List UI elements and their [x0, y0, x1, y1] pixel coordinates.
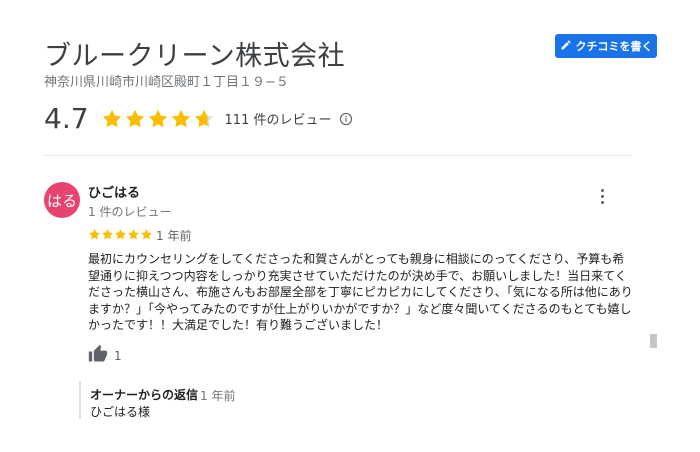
review-star: [102, 229, 113, 240]
owner-reply-title: オーナーからの返信: [90, 388, 199, 402]
thumb-up-icon: [88, 344, 108, 368]
like-count: 1: [114, 349, 122, 363]
rating-value: 4.7: [44, 102, 89, 135]
rating-summary: 4.7 111 件のレビュー: [44, 102, 353, 135]
rating-star: [148, 109, 167, 127]
review-text: 最初にカウンセリングをしてくださった和賀さんがとっても親身に相談にのってくださり…: [88, 252, 633, 332]
review-star: [128, 229, 139, 240]
info-icon[interactable]: [339, 112, 353, 126]
write-review-button[interactable]: クチコミを書く: [555, 34, 657, 58]
review-star: [141, 229, 152, 240]
review-count-link[interactable]: 111 件のレビュー: [225, 109, 332, 128]
review-star: [115, 229, 126, 240]
rating-star: [194, 109, 213, 127]
divider: [44, 155, 632, 156]
owner-reply-time: 1 年前: [200, 389, 236, 403]
like-button[interactable]: 1: [88, 344, 122, 368]
scrollbar-thumb[interactable]: [650, 334, 657, 348]
rating-star: [102, 109, 121, 127]
write-review-label: クチコミを書く: [575, 40, 653, 53]
business-name: ブルークリーン株式会社: [44, 41, 346, 72]
review-time: 1 年前: [156, 229, 192, 243]
reviewer-name[interactable]: ひごはる: [88, 182, 140, 201]
pencil-icon: [560, 39, 572, 54]
review-star: [89, 229, 100, 240]
rating-star: [171, 109, 190, 127]
reviewer-review-count: 1 件のレビュー: [88, 205, 172, 219]
avatar[interactable]: はる: [44, 182, 80, 218]
business-address: 神奈川県川崎市川崎区殿町１丁目１９−５: [44, 75, 289, 90]
owner-reply-bar: [79, 381, 81, 419]
owner-reply-text: ひごはる様: [90, 405, 151, 419]
rating-star: [125, 109, 144, 127]
review-stars: [88, 228, 153, 241]
more-vert-icon[interactable]: [594, 186, 610, 206]
rating-stars: [101, 108, 215, 130]
